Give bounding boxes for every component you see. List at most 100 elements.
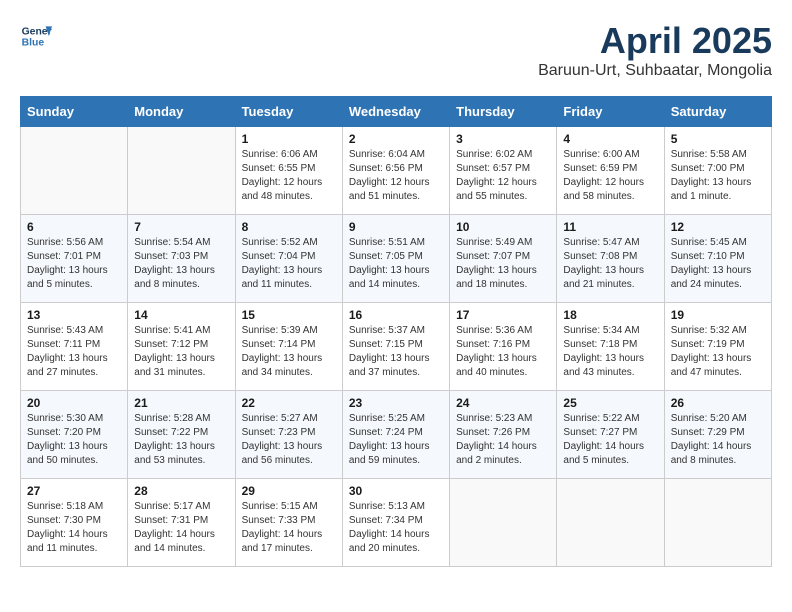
day-info: Sunrise: 6:02 AM Sunset: 6:57 PM Dayligh… xyxy=(456,148,550,204)
day-number: 23 xyxy=(349,396,443,410)
day-info: Sunrise: 5:23 AM Sunset: 7:26 PM Dayligh… xyxy=(456,412,550,468)
calendar-cell: 17 Sunrise: 5:36 AM Sunset: 7:16 PM Dayli… xyxy=(450,303,557,391)
month-year-title: April 2025 xyxy=(538,20,772,62)
calendar-week-2: 6 Sunrise: 5:56 AM Sunset: 7:01 PM Daylig… xyxy=(21,215,772,303)
calendar-week-4: 20 Sunrise: 5:30 AM Sunset: 7:20 PM Dayli… xyxy=(21,391,772,479)
day-number: 10 xyxy=(456,220,550,234)
day-info: Sunrise: 5:18 AM Sunset: 7:30 PM Dayligh… xyxy=(27,500,121,556)
day-info: Sunrise: 5:54 AM Sunset: 7:03 PM Dayligh… xyxy=(134,236,228,292)
day-info: Sunrise: 5:41 AM Sunset: 7:12 PM Dayligh… xyxy=(134,324,228,380)
calendar-cell: 8 Sunrise: 5:52 AM Sunset: 7:04 PM Daylig… xyxy=(235,215,342,303)
calendar-cell: 20 Sunrise: 5:30 AM Sunset: 7:20 PM Dayli… xyxy=(21,391,128,479)
calendar-cell xyxy=(450,479,557,567)
day-info: Sunrise: 5:27 AM Sunset: 7:23 PM Dayligh… xyxy=(242,412,336,468)
day-number: 18 xyxy=(563,308,657,322)
day-info: Sunrise: 6:00 AM Sunset: 6:59 PM Dayligh… xyxy=(563,148,657,204)
calendar-cell: 16 Sunrise: 5:37 AM Sunset: 7:15 PM Dayli… xyxy=(342,303,449,391)
page-header: General Blue April 2025 Baruun-Urt, Suhb… xyxy=(20,20,772,80)
calendar-cell: 4 Sunrise: 6:00 AM Sunset: 6:59 PM Daylig… xyxy=(557,127,664,215)
day-number: 27 xyxy=(27,484,121,498)
day-info: Sunrise: 5:25 AM Sunset: 7:24 PM Dayligh… xyxy=(349,412,443,468)
calendar-cell: 22 Sunrise: 5:27 AM Sunset: 7:23 PM Dayli… xyxy=(235,391,342,479)
calendar-cell: 15 Sunrise: 5:39 AM Sunset: 7:14 PM Dayli… xyxy=(235,303,342,391)
calendar-cell xyxy=(664,479,771,567)
calendar-week-1: 1 Sunrise: 6:06 AM Sunset: 6:55 PM Daylig… xyxy=(21,127,772,215)
day-number: 1 xyxy=(242,132,336,146)
day-info: Sunrise: 5:56 AM Sunset: 7:01 PM Dayligh… xyxy=(27,236,121,292)
calendar-cell xyxy=(128,127,235,215)
day-number: 26 xyxy=(671,396,765,410)
logo: General Blue xyxy=(20,20,52,52)
day-number: 22 xyxy=(242,396,336,410)
day-number: 30 xyxy=(349,484,443,498)
calendar-cell: 24 Sunrise: 5:23 AM Sunset: 7:26 PM Dayli… xyxy=(450,391,557,479)
logo-icon: General Blue xyxy=(20,20,52,52)
calendar-cell: 23 Sunrise: 5:25 AM Sunset: 7:24 PM Dayli… xyxy=(342,391,449,479)
calendar-cell xyxy=(21,127,128,215)
calendar-cell: 2 Sunrise: 6:04 AM Sunset: 6:56 PM Daylig… xyxy=(342,127,449,215)
day-number: 28 xyxy=(134,484,228,498)
day-info: Sunrise: 5:43 AM Sunset: 7:11 PM Dayligh… xyxy=(27,324,121,380)
calendar-cell: 5Sunrise: 5:58 AM Sunset: 7:00 PM Daylig… xyxy=(664,127,771,215)
day-info: Sunrise: 5:20 AM Sunset: 7:29 PM Dayligh… xyxy=(671,412,765,468)
calendar-cell: 10Sunrise: 5:49 AM Sunset: 7:07 PM Dayli… xyxy=(450,215,557,303)
day-number: 25 xyxy=(563,396,657,410)
day-number: 19 xyxy=(671,308,765,322)
day-number: 4 xyxy=(563,132,657,146)
day-info: Sunrise: 5:52 AM Sunset: 7:04 PM Dayligh… xyxy=(242,236,336,292)
calendar-cell: 28 Sunrise: 5:17 AM Sunset: 7:31 PM Dayli… xyxy=(128,479,235,567)
day-number: 29 xyxy=(242,484,336,498)
day-number: 3 xyxy=(456,132,550,146)
day-number: 11 xyxy=(563,220,657,234)
day-number: 5 xyxy=(671,132,765,146)
weekday-header-sunday: Sunday xyxy=(21,97,128,127)
day-info: Sunrise: 5:17 AM Sunset: 7:31 PM Dayligh… xyxy=(134,500,228,556)
day-number: 17 xyxy=(456,308,550,322)
day-info: Sunrise: 5:39 AM Sunset: 7:14 PM Dayligh… xyxy=(242,324,336,380)
day-number: 24 xyxy=(456,396,550,410)
day-number: 14 xyxy=(134,308,228,322)
calendar-cell: 12Sunrise: 5:45 AM Sunset: 7:10 PM Dayli… xyxy=(664,215,771,303)
day-number: 21 xyxy=(134,396,228,410)
day-number: 8 xyxy=(242,220,336,234)
day-number: 7 xyxy=(134,220,228,234)
day-info: Sunrise: 5:15 AM Sunset: 7:33 PM Dayligh… xyxy=(242,500,336,556)
day-info: Sunrise: 5:47 AM Sunset: 7:08 PM Dayligh… xyxy=(563,236,657,292)
calendar-cell: 7 Sunrise: 5:54 AM Sunset: 7:03 PM Daylig… xyxy=(128,215,235,303)
day-info: Sunrise: 5:34 AM Sunset: 7:18 PM Dayligh… xyxy=(563,324,657,380)
calendar-week-3: 13 Sunrise: 5:43 AM Sunset: 7:11 PM Dayli… xyxy=(21,303,772,391)
day-info: Sunrise: 5:13 AM Sunset: 7:34 PM Dayligh… xyxy=(349,500,443,556)
calendar-cell: 14 Sunrise: 5:41 AM Sunset: 7:12 PM Dayli… xyxy=(128,303,235,391)
calendar-cell: 21 Sunrise: 5:28 AM Sunset: 7:22 PM Dayli… xyxy=(128,391,235,479)
calendar-table: SundayMondayTuesdayWednesdayThursdayFrid… xyxy=(20,96,772,567)
day-info: Sunrise: 5:36 AM Sunset: 7:16 PM Dayligh… xyxy=(456,324,550,380)
day-info: Sunrise: 5:37 AM Sunset: 7:15 PM Dayligh… xyxy=(349,324,443,380)
day-number: 6 xyxy=(27,220,121,234)
calendar-cell xyxy=(557,479,664,567)
day-info: Sunrise: 6:06 AM Sunset: 6:55 PM Dayligh… xyxy=(242,148,336,204)
day-number: 13 xyxy=(27,308,121,322)
calendar-cell: 19 Sunrise: 5:32 AM Sunset: 7:19 PM Dayli… xyxy=(664,303,771,391)
day-number: 2 xyxy=(349,132,443,146)
calendar-cell: 11 Sunrise: 5:47 AM Sunset: 7:08 PM Dayli… xyxy=(557,215,664,303)
calendar-week-5: 27 Sunrise: 5:18 AM Sunset: 7:30 PM Dayli… xyxy=(21,479,772,567)
calendar-cell: 27 Sunrise: 5:18 AM Sunset: 7:30 PM Dayli… xyxy=(21,479,128,567)
day-number: 12 xyxy=(671,220,765,234)
day-info: Sunrise: 5:22 AM Sunset: 7:27 PM Dayligh… xyxy=(563,412,657,468)
day-info: Sunrise: 5:32 AM Sunset: 7:19 PM Dayligh… xyxy=(671,324,765,380)
day-number: 15 xyxy=(242,308,336,322)
weekday-header-saturday: Saturday xyxy=(664,97,771,127)
calendar-cell: 13 Sunrise: 5:43 AM Sunset: 7:11 PM Dayli… xyxy=(21,303,128,391)
weekday-header-friday: Friday xyxy=(557,97,664,127)
day-info: Sunrise: 6:04 AM Sunset: 6:56 PM Dayligh… xyxy=(349,148,443,204)
day-number: 20 xyxy=(27,396,121,410)
day-number: 16 xyxy=(349,308,443,322)
day-info: Sunrise: 5:28 AM Sunset: 7:22 PM Dayligh… xyxy=(134,412,228,468)
day-info: Sunrise: 5:51 AM Sunset: 7:05 PM Dayligh… xyxy=(349,236,443,292)
days-of-week-row: SundayMondayTuesdayWednesdayThursdayFrid… xyxy=(21,97,772,127)
day-info: Sunrise: 5:30 AM Sunset: 7:20 PM Dayligh… xyxy=(27,412,121,468)
calendar-cell: 1 Sunrise: 6:06 AM Sunset: 6:55 PM Daylig… xyxy=(235,127,342,215)
calendar-cell: 26 Sunrise: 5:20 AM Sunset: 7:29 PM Dayli… xyxy=(664,391,771,479)
calendar-cell: 18 Sunrise: 5:34 AM Sunset: 7:18 PM Dayli… xyxy=(557,303,664,391)
location-subtitle: Baruun-Urt, Suhbaatar, Mongolia xyxy=(538,62,772,80)
